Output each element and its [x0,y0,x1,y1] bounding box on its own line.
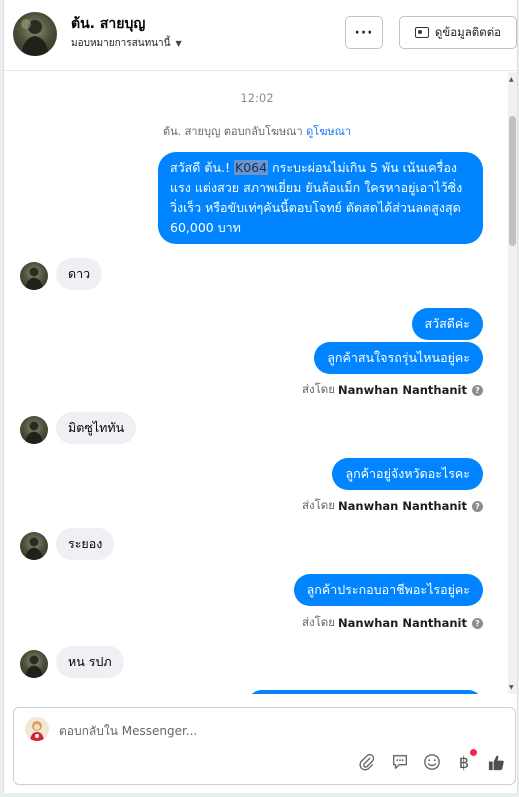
emoji-icon[interactable] [422,752,442,772]
message-thread[interactable]: 12:02 ต้น. สายบุญ ตอบกลับโฆษณา ดูโฆษณา ส… [4,72,510,694]
incoming-message[interactable]: ระยอง [56,528,115,560]
incoming-message[interactable]: หน รปภ [56,646,124,678]
outgoing-message[interactable]: สวัสดีค่ะ [411,308,483,340]
agent-name: Nanwhan Nanthanit [338,616,467,630]
view-contact-label: ดูข้อมูลติดต่อ [434,24,502,39]
incoming-message[interactable]: มิตซูไททัน [56,412,137,444]
agent-name: Nanwhan Nanthanit [338,499,467,513]
incoming-message[interactable]: ดาว [56,258,103,290]
page-avatar [25,717,49,741]
saved-reply-icon[interactable] [390,752,410,772]
attach-icon[interactable] [357,752,377,772]
outgoing-message[interactable]: ลูกค้าอยู่จังหวัดอะไรคะ [332,458,483,490]
assign-label: มอบหมายการสนทนานี้ [71,38,171,49]
message-composer: ตอบกลับใน Messenger... ฿ [13,707,516,785]
outgoing-message[interactable]: ลูกค้าสนใจรถรุ่นไหนอยู่คะ [314,342,483,374]
message-timestamp: 12:02 [240,91,274,105]
ad-reply-note: ต้น. สายบุญ ตอบกลับโฆษณา ดูโฆษณา [4,122,510,140]
sent-by-label: ส่งโดย Nanwhan Nanthanit ? [302,381,483,399]
outgoing-message[interactable]: ลูกค้าประกอบอาชีพอะไรอยู่คะ [293,574,483,606]
ad-reply-text: ต้น. สายบุญ ตอบกลับโฆษณา [162,125,303,138]
contact-name: ต้น. สายบุญ [71,16,146,32]
contact-card-icon [414,27,429,38]
conversation-panel: ต้น. สายบุญ มอบหมายการสนทนานี้ ▼ ··· ดูข… [3,0,518,793]
scroll-down-icon[interactable]: ▼ [509,684,514,691]
contact-avatar-small [20,416,48,444]
more-icon: ··· [354,24,374,41]
help-icon[interactable]: ? [472,384,483,396]
reply-input[interactable]: ตอบกลับใน Messenger... [59,722,197,741]
scrollbar-thumb[interactable] [509,116,516,246]
view-ad-link[interactable]: ดูโฆษณา [306,125,351,138]
assign-conversation-dropdown[interactable]: มอบหมายการสนทนานี้ ▼ [71,36,182,51]
contact-avatar[interactable] [13,12,57,56]
ad-message-bubble[interactable]: สวัสดี ต้น.! K064 กระบะผ่อนไม่เกิน 5 พัน… [158,152,483,244]
more-options-button[interactable]: ··· [345,16,383,49]
view-contact-button[interactable]: ดูข้อมูลติดต่อ [399,16,517,49]
contact-avatar-small [20,650,48,678]
help-icon[interactable]: ? [472,500,483,512]
contact-avatar-small [20,262,48,290]
outgoing-message-partial[interactable] [247,690,483,694]
like-icon[interactable] [486,752,506,772]
contact-avatar-small [20,532,48,560]
chevron-down-icon: ▼ [175,39,182,48]
highlighted-code: K064 [234,160,269,175]
notification-dot [470,749,477,756]
sent-by-label: ส่งโดย Nanwhan Nanthanit ? [302,614,483,632]
thread-scrollbar[interactable]: ▲ ▼ [508,72,517,694]
help-icon[interactable]: ? [472,617,483,629]
sent-by-label: ส่งโดย Nanwhan Nanthanit ? [302,497,483,515]
agent-name: Nanwhan Nanthanit [338,383,467,397]
conversation-header: ต้น. สายบุญ มอบหมายการสนทนานี้ ▼ ··· ดูข… [4,0,517,71]
scroll-up-icon[interactable]: ▲ [509,76,514,83]
